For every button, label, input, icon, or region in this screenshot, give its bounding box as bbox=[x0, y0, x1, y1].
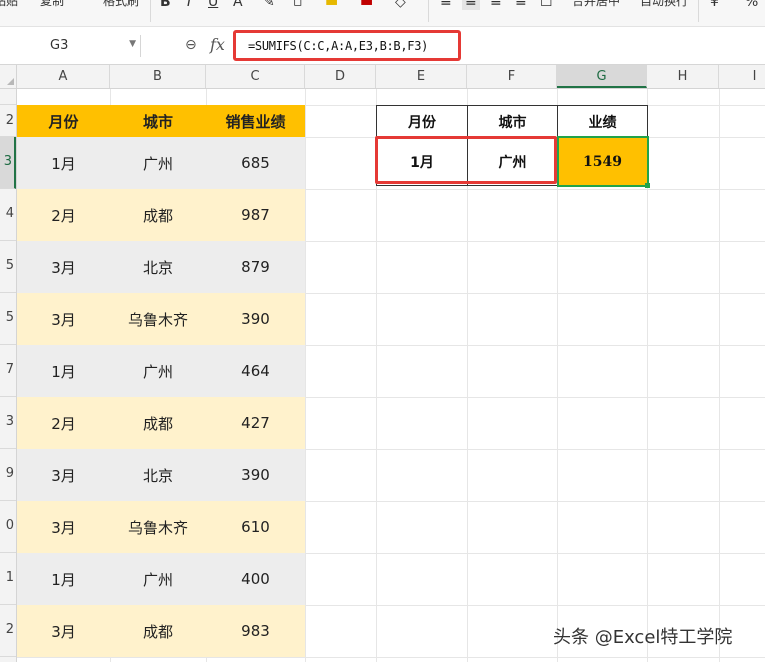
fx-icon[interactable]: fx bbox=[210, 35, 225, 54]
city-cell[interactable]: 北京 bbox=[110, 449, 206, 501]
city-cell[interactable]: 成都 bbox=[110, 605, 206, 657]
row-header-4[interactable]: 4 bbox=[0, 189, 16, 241]
sales-cell[interactable]: 685 bbox=[206, 137, 305, 189]
sales-cell[interactable]: 879 bbox=[206, 241, 305, 293]
name-box[interactable]: G3 ▼ bbox=[0, 35, 141, 57]
row-header-8[interactable]: 3 bbox=[0, 397, 16, 449]
row-header-6[interactable]: 5 bbox=[0, 293, 16, 345]
select-all-corner[interactable] bbox=[0, 65, 17, 88]
row-header-12[interactable]: 2 bbox=[0, 605, 16, 657]
wrap-text-button[interactable]: 自动换行 bbox=[640, 0, 688, 9]
ribbon-divider bbox=[150, 0, 151, 22]
copy-button[interactable]: 复制 bbox=[40, 0, 64, 9]
month-cell[interactable]: 1月 bbox=[17, 345, 110, 397]
column-header-f[interactable]: F bbox=[467, 65, 557, 88]
align-bottom-icon[interactable]: ≡ bbox=[490, 0, 502, 10]
column-header-h[interactable]: H bbox=[647, 65, 719, 88]
formula-input[interactable]: =SUMIFS(C:C,A:A,E3,B:B,F3) bbox=[233, 30, 461, 61]
ribbon-toolbar: 粘贴 复制 格式刷 B I U A ✎ ▫ ▬ ▬ ◇ ≡ ≡ ≡ ≡ ☐ 合并… bbox=[0, 0, 765, 27]
lookup-header-result[interactable]: 业绩 bbox=[557, 105, 648, 138]
watermark-text: 头条 @Excel特工学院 bbox=[553, 627, 733, 648]
row-header-9[interactable]: 9 bbox=[0, 449, 16, 501]
month-cell[interactable]: 3月 bbox=[17, 293, 110, 345]
row-header-7[interactable]: 7 bbox=[0, 345, 16, 397]
row-header-5[interactable]: 5 bbox=[0, 241, 16, 293]
column-header-b[interactable]: B bbox=[110, 65, 206, 88]
ribbon-divider bbox=[428, 0, 429, 22]
row-header-2[interactable]: 2 bbox=[0, 105, 16, 137]
sales-cell[interactable]: 400 bbox=[206, 553, 305, 605]
paste-button[interactable]: 粘贴 bbox=[0, 0, 18, 9]
city-cell[interactable]: 广州 bbox=[110, 345, 206, 397]
city-cell[interactable]: 乌鲁木齐 bbox=[110, 501, 206, 553]
month-cell[interactable]: 3月 bbox=[17, 241, 110, 293]
formula-text: =SUMIFS(C:C,A:A,E3,B:B,F3) bbox=[248, 39, 429, 53]
header-cell-month[interactable]: 月份 bbox=[17, 105, 110, 137]
sales-cell[interactable]: 390 bbox=[206, 449, 305, 501]
clear-icon[interactable]: ◇ bbox=[395, 0, 406, 10]
border-icon[interactable]: ▫ bbox=[293, 0, 303, 10]
percent-icon[interactable]: % bbox=[745, 0, 758, 10]
row-header-10[interactable]: 0 bbox=[0, 501, 16, 553]
column-header-i[interactable]: I bbox=[719, 65, 765, 88]
header-cell-sales[interactable]: 销售业绩 bbox=[206, 105, 305, 137]
sales-cell[interactable]: 987 bbox=[206, 189, 305, 241]
city-cell[interactable]: 北京 bbox=[110, 241, 206, 293]
merge-center-button[interactable]: 合并居中 bbox=[572, 0, 620, 9]
font-size-icon[interactable]: A bbox=[233, 0, 243, 10]
fill-handle[interactable] bbox=[645, 183, 650, 188]
city-cell[interactable]: 成都 bbox=[110, 189, 206, 241]
sales-cell[interactable]: 610 bbox=[206, 501, 305, 553]
sales-cell[interactable]: 464 bbox=[206, 345, 305, 397]
lookup-city-cell[interactable]: 广州 bbox=[467, 137, 558, 186]
month-cell[interactable]: 2月 bbox=[17, 189, 110, 241]
column-headers: A B C D E F G H I bbox=[0, 65, 765, 89]
column-header-d[interactable]: D bbox=[305, 65, 376, 88]
font-color-icon[interactable]: ▬ bbox=[360, 0, 373, 10]
align-left-icon[interactable]: ≡ bbox=[515, 0, 527, 10]
sales-cell[interactable]: 390 bbox=[206, 293, 305, 345]
lookup-header-city[interactable]: 城市 bbox=[467, 105, 558, 138]
column-header-e[interactable]: E bbox=[376, 65, 467, 88]
chevron-down-icon[interactable]: ▼ bbox=[129, 39, 136, 49]
align-middle-icon[interactable]: ≡ bbox=[462, 0, 480, 10]
city-cell[interactable]: 广州 bbox=[110, 137, 206, 189]
column-header-a[interactable]: A bbox=[17, 65, 110, 88]
city-cell[interactable]: 成都 bbox=[110, 397, 206, 449]
row-headers: 2 3 4 5 5 7 3 9 0 1 2 bbox=[0, 89, 17, 662]
sales-cell[interactable]: 427 bbox=[206, 397, 305, 449]
city-cell[interactable]: 乌鲁木齐 bbox=[110, 293, 206, 345]
lookup-result-cell[interactable]: 1549 bbox=[557, 137, 648, 186]
formula-bar: G3 ▼ ⊖ fx =SUMIFS(C:C,A:A,E3,B:B,F3) bbox=[0, 27, 765, 65]
column-header-g[interactable]: G bbox=[557, 65, 647, 88]
row-header-1[interactable] bbox=[0, 89, 16, 105]
zoom-icon[interactable]: ⊖ bbox=[185, 37, 197, 53]
month-cell[interactable]: 1月 bbox=[17, 553, 110, 605]
month-cell[interactable]: 3月 bbox=[17, 501, 110, 553]
column-header-c[interactable]: C bbox=[206, 65, 305, 88]
bold-icon[interactable]: B bbox=[160, 0, 171, 10]
row-header-3[interactable]: 3 bbox=[0, 137, 16, 189]
eraser-icon[interactable]: ✎ bbox=[263, 0, 275, 10]
checkbox-icon[interactable]: ☐ bbox=[540, 0, 553, 10]
currency-icon[interactable]: ¥ bbox=[710, 0, 719, 10]
format-painter-button[interactable]: 格式刷 bbox=[103, 0, 139, 9]
italic-icon[interactable]: I bbox=[187, 0, 191, 10]
month-cell[interactable]: 2月 bbox=[17, 397, 110, 449]
lookup-month-cell[interactable]: 1月 bbox=[376, 137, 468, 186]
lookup-header-month[interactable]: 月份 bbox=[376, 105, 468, 138]
city-cell[interactable]: 广州 bbox=[110, 553, 206, 605]
underline-icon[interactable]: U bbox=[208, 0, 218, 10]
sheet-grid[interactable]: 月份 城市 销售业绩 1月 广州 685 2月 成都 987 3月 北京 879… bbox=[17, 89, 765, 662]
row-header-11[interactable]: 1 bbox=[0, 553, 16, 605]
ribbon-divider bbox=[698, 0, 699, 22]
align-top-icon[interactable]: ≡ bbox=[440, 0, 452, 10]
name-box-value: G3 bbox=[50, 38, 69, 53]
month-cell[interactable]: 3月 bbox=[17, 605, 110, 657]
month-cell[interactable]: 1月 bbox=[17, 137, 110, 189]
fill-color-icon[interactable]: ▬ bbox=[325, 0, 338, 10]
header-cell-city[interactable]: 城市 bbox=[110, 105, 206, 137]
sales-cell[interactable]: 983 bbox=[206, 605, 305, 657]
month-cell[interactable]: 3月 bbox=[17, 449, 110, 501]
